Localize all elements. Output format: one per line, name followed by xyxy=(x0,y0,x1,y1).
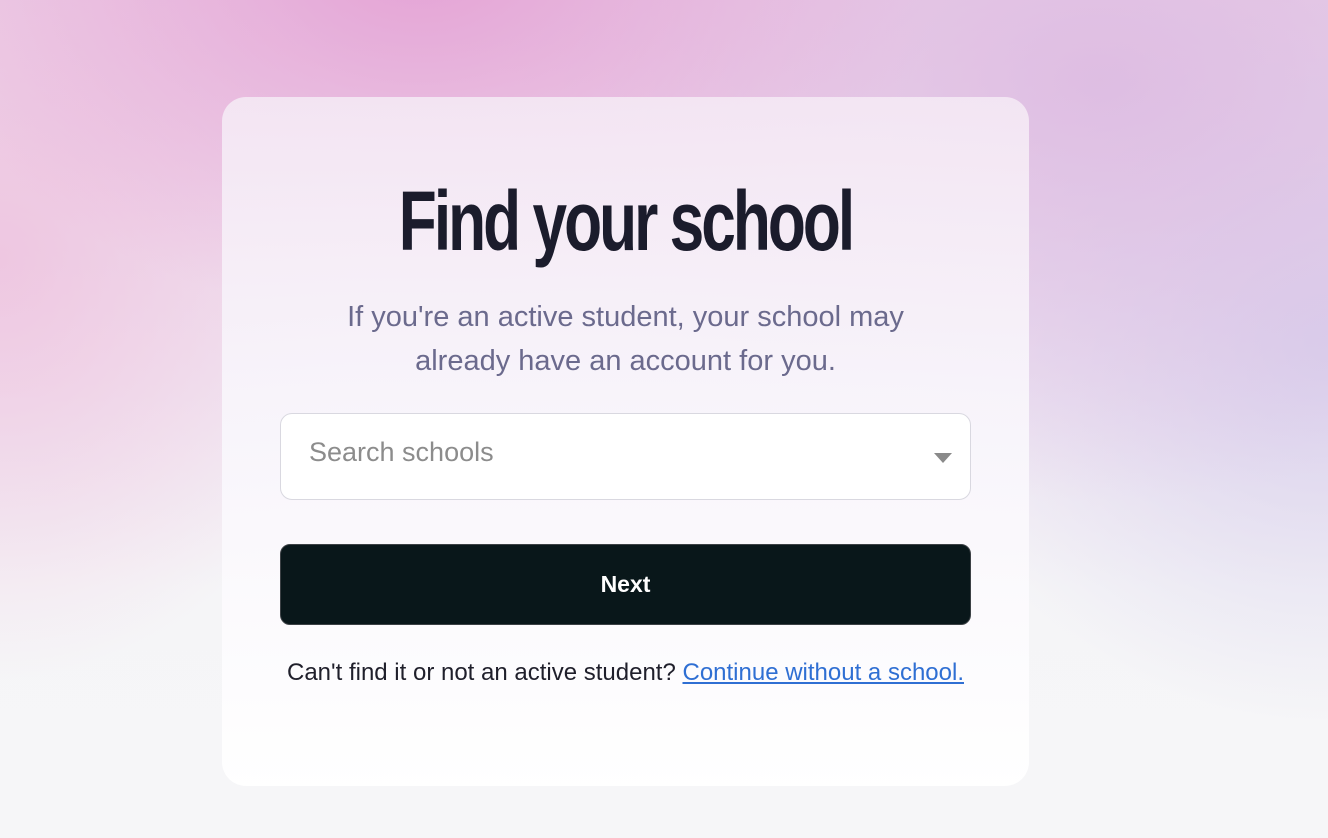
footer-text: Can't find it or not an active student? … xyxy=(282,654,969,691)
continue-without-school-link[interactable]: Continue without a school. xyxy=(682,659,964,686)
school-search-select[interactable] xyxy=(280,413,971,500)
chevron-down-icon[interactable] xyxy=(934,453,952,463)
next-button[interactable]: Next xyxy=(280,544,971,625)
search-input[interactable] xyxy=(281,414,901,499)
footer-prompt: Can't find it or not an active student? xyxy=(287,659,683,686)
page-subtitle: If you're an active student, your school… xyxy=(347,301,904,377)
page-title: Find your school xyxy=(398,174,855,268)
find-school-card: Find your school If you're an active stu… xyxy=(222,97,1029,786)
